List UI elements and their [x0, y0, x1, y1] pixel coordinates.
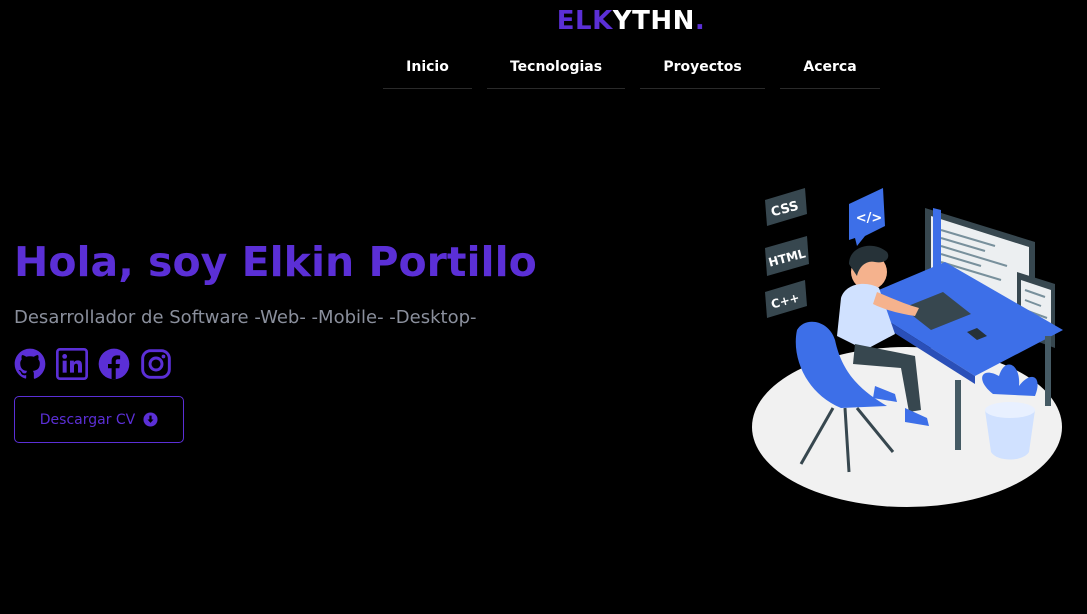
- cpp-tag: C++: [765, 280, 807, 318]
- html-tag: HTML: [765, 236, 809, 276]
- download-icon: [143, 412, 158, 427]
- code-bubble: </>: [849, 188, 885, 246]
- linkedin-icon: [56, 348, 88, 380]
- social-links: [14, 348, 172, 380]
- linkedin-link[interactable]: [56, 348, 88, 380]
- site-logo[interactable]: ELKYTHN.: [0, 6, 1087, 36]
- logo-dot: .: [694, 6, 706, 36]
- developer-illustration: CSS HTML C++ </>: [752, 188, 1063, 507]
- logo-part-2: YTHN: [612, 6, 695, 36]
- instagram-icon: [141, 349, 171, 379]
- main-nav: Inicio Tecnologias Proyectos Acerca: [383, 46, 880, 91]
- nav-item-inicio[interactable]: Inicio: [383, 46, 472, 89]
- download-cv-label: Descargar CV: [39, 411, 136, 428]
- facebook-link[interactable]: [98, 348, 130, 380]
- hero-title: Hola, soy Elkin Portillo: [14, 238, 537, 286]
- download-cv-button[interactable]: Descargar CV: [14, 396, 184, 443]
- logo-part-1: ELK: [556, 6, 613, 36]
- github-link[interactable]: [14, 348, 46, 380]
- desk-leg: [955, 380, 961, 450]
- css-tag: CSS: [765, 188, 807, 226]
- nav-item-proyectos[interactable]: Proyectos: [640, 46, 765, 89]
- nav-item-tecnologias[interactable]: Tecnologias: [487, 46, 625, 89]
- nav-item-acerca[interactable]: Acerca: [780, 46, 880, 89]
- code-bubble-label: </>: [856, 211, 883, 226]
- facebook-icon: [98, 348, 130, 380]
- github-icon: [14, 348, 46, 379]
- hero-subtitle: Desarrollador de Software -Web- -Mobile-…: [14, 307, 477, 328]
- instagram-link[interactable]: [140, 348, 172, 380]
